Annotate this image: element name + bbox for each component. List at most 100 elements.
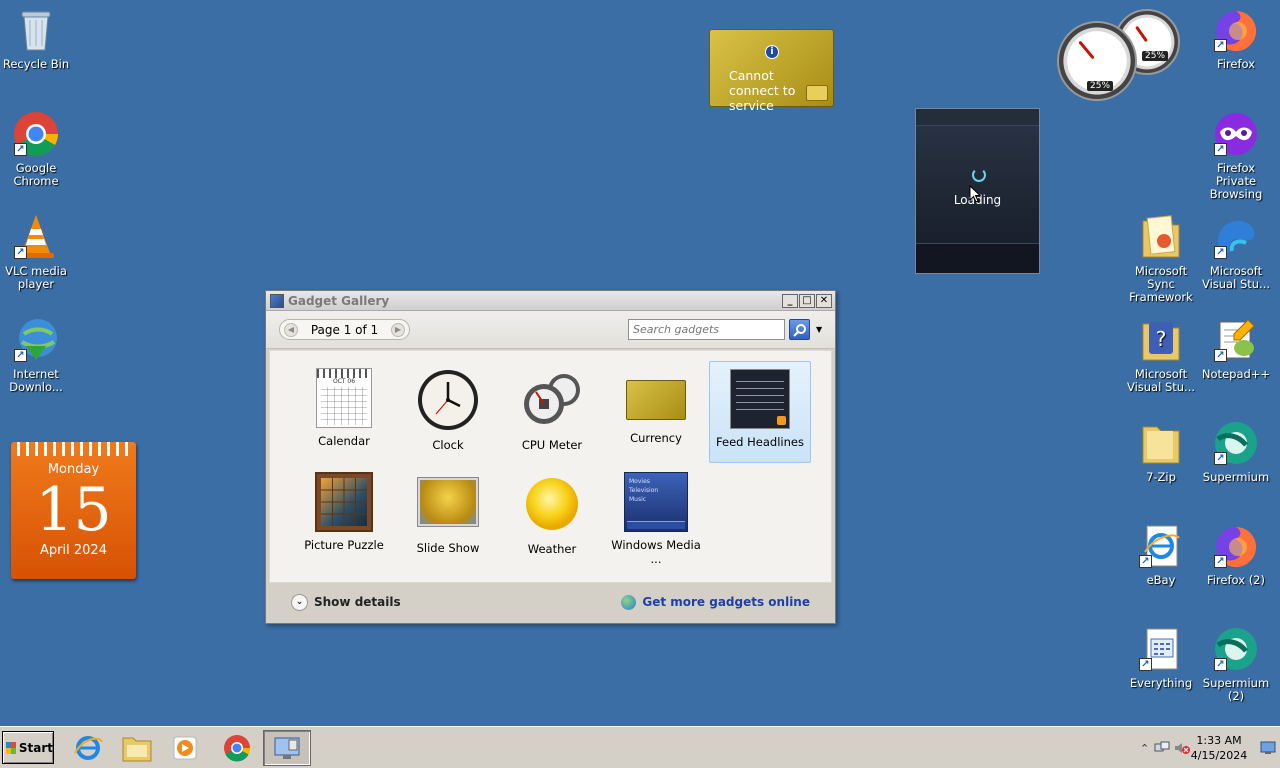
shortcut-arrow-icon: ↗ <box>14 349 27 362</box>
info-icon[interactable]: i <box>765 45 779 59</box>
taskbar-file-explorer[interactable] <box>116 730 158 766</box>
firefox-icon: ↗ <box>1212 522 1260 570</box>
windows-flag-icon <box>6 741 16 754</box>
desktop-icon-internet-download-manager[interactable]: ↗ Internet Downlo... <box>0 316 74 394</box>
cpu-meter-thumbnail-icon <box>520 368 584 432</box>
taskbar: Start ⌃ 1:33 AM 4/15/2024 <box>0 726 1280 768</box>
show-hidden-icons-chevron-icon[interactable]: ⌃ <box>1140 742 1149 755</box>
taskbar-gadget-gallery[interactable] <box>263 730 311 766</box>
desktop-icon-label: Notepad++ <box>1201 367 1271 381</box>
window-titlebar[interactable]: Gadget Gallery _ □ ✕ <box>266 291 835 311</box>
desktop-icon-label: Firefox <box>1216 57 1256 71</box>
start-button[interactable]: Start <box>2 731 54 764</box>
shortcut-arrow-icon: ↗ <box>1214 246 1227 259</box>
desktop-icon-ebay[interactable]: ↗ eBay <box>1123 522 1199 587</box>
chrome-icon <box>224 735 251 762</box>
gadget-label: Clock <box>432 438 464 452</box>
calendar-gadget[interactable]: Monday 15 April 2024 <box>11 442 136 579</box>
desktop-icon-google-chrome[interactable]: ↗ Google Chrome <box>0 110 74 188</box>
gadget-label: Calendar <box>318 434 370 448</box>
search-icon <box>792 324 806 337</box>
desktop-icon-firefox-2[interactable]: ↗ Firefox (2) <box>1198 522 1274 587</box>
shortcut-arrow-icon: ↗ <box>1139 658 1152 671</box>
close-button[interactable]: ✕ <box>816 293 832 308</box>
calendar-month-year: April 2024 <box>40 543 107 558</box>
clock-time: 1:33 AM <box>1196 734 1242 747</box>
get-more-gadgets-label: Get more gadgets online <box>642 595 810 609</box>
desktop-icon-everything[interactable]: ↗ Everything <box>1123 625 1199 690</box>
next-page-button[interactable]: ▶ <box>391 322 405 337</box>
mouse-cursor-icon <box>969 185 981 203</box>
loading-spinner-icon <box>972 168 986 182</box>
folder-help-icon: ? <box>1137 316 1185 364</box>
gadget-cpu-meter[interactable]: CPU Meter <box>501 361 603 463</box>
desktop-icon-microsoft-visual-studio-2[interactable]: ? Microsoft Visual Stu... <box>1123 316 1199 394</box>
firefox-icon: ↗ <box>1212 6 1260 54</box>
maximize-button[interactable]: □ <box>799 293 815 308</box>
download-manager-globe-icon: ↗ <box>12 316 60 364</box>
feed-gadget-top-bar <box>916 109 1039 126</box>
minimize-button[interactable]: _ <box>782 293 798 308</box>
cpu-meter-gadget[interactable]: 25% 25% <box>1056 7 1186 103</box>
gadget-slide-show[interactable]: Slide Show <box>397 465 499 567</box>
desktop-icon-microsoft-sync-framework[interactable]: Microsoft Sync Framework <box>1123 213 1199 304</box>
taskbar-google-chrome[interactable] <box>216 730 258 766</box>
start-label: Start <box>18 740 53 755</box>
taskbar-media-player[interactable] <box>164 730 206 766</box>
gadget-picture-puzzle[interactable]: Picture Puzzle <box>293 465 395 567</box>
memory-gauge-value: 25% <box>1142 51 1169 61</box>
taskbar-clock[interactable]: 1:33 AM 4/15/2024 <box>1188 733 1250 763</box>
shortcut-arrow-icon: ↗ <box>1214 658 1227 671</box>
gadget-windows-media-center[interactable]: Movies Television Music Windows Media ... <box>605 465 707 567</box>
calendar-day-number: 15 <box>35 475 112 545</box>
calendar-thumbnail-month: OCT 06 <box>332 378 356 385</box>
desktop-icon-microsoft-visual-studio-1[interactable]: ↗ Microsoft Visual Stu... <box>1198 213 1274 291</box>
currency-chip-icon <box>806 85 828 101</box>
desktop-icon-supermium[interactable]: ↗ Supermium <box>1198 419 1274 484</box>
gadget-label: Currency <box>630 431 682 445</box>
desktop-icon-firefox[interactable]: ↗ Firefox <box>1198 6 1274 71</box>
desktop-icon-label: Supermium <box>1202 470 1270 484</box>
search-dropdown-arrow-icon[interactable]: ▼ <box>816 325 822 334</box>
desktop-icon-label: 7-Zip <box>1146 470 1176 484</box>
folder-icon <box>1137 213 1185 261</box>
gadget-weather[interactable]: Weather <box>501 465 603 567</box>
feed-gadget-bottom-bar <box>916 243 1039 273</box>
desktop-icon-label: Microsoft Visual Stu... <box>1201 264 1271 291</box>
desktop-icon-label: VLC media player <box>5 264 67 291</box>
desktop-icon-label: Firefox Private Browsing <box>1209 161 1263 201</box>
weather-sun-thumbnail-icon <box>520 472 584 536</box>
desktop-icon-supermium-2[interactable]: ↗ Supermium (2) <box>1198 625 1274 703</box>
gadget-calendar[interactable]: OCT 06 Calendar <box>293 361 395 463</box>
shortcut-arrow-icon: ↗ <box>1139 555 1152 568</box>
supermium-icon: ↗ <box>1212 625 1260 673</box>
desktop-icon-label: Internet Downlo... <box>9 367 63 394</box>
gadget-gallery-window: Gadget Gallery _ □ ✕ ◀ Page 1 of 1 ▶ Sea… <box>265 290 836 624</box>
calendar-thumbnail-icon: OCT 06 <box>316 368 372 428</box>
desktop-icon-7zip[interactable]: 7-Zip <box>1123 419 1199 484</box>
page-navigator: ◀ Page 1 of 1 ▶ <box>279 319 410 340</box>
network-icon[interactable] <box>1154 741 1170 758</box>
desktop-icon-recycle-bin[interactable]: Recycle Bin <box>0 6 74 71</box>
get-more-gadgets-link[interactable]: Get more gadgets online <box>621 594 810 610</box>
gadget-clock[interactable]: Clock <box>397 361 499 463</box>
vlc-cone-icon: ↗ <box>12 213 60 261</box>
desktop-icon-notepad-plus-plus[interactable]: ↗ Notepad++ <box>1198 316 1274 381</box>
slide-show-thumbnail-icon <box>417 477 479 527</box>
show-details-toggle[interactable]: ⌄ Show details <box>291 593 401 611</box>
shortcut-arrow-icon: ↗ <box>1214 349 1227 362</box>
memory-gauge-needle <box>1135 25 1148 43</box>
gadget-currency[interactable]: Currency <box>605 361 707 463</box>
desktop-icon-label: Everything <box>1129 676 1193 690</box>
desktop-icon-firefox-private[interactable]: ↗ Firefox Private Browsing <box>1198 110 1274 201</box>
search-gadgets-input[interactable]: Search gadgets <box>628 319 785 340</box>
folder-icon <box>1137 419 1185 467</box>
desktop-icon-label: eBay <box>1146 573 1176 587</box>
currency-gadget[interactable]: i Cannot connect to service <box>709 29 834 113</box>
search-button[interactable] <box>789 319 810 340</box>
previous-page-button[interactable]: ◀ <box>284 322 298 337</box>
gadget-feed-headlines[interactable]: Feed Headlines <box>709 361 811 463</box>
taskbar-internet-explorer[interactable] <box>67 730 109 766</box>
show-desktop-icon[interactable] <box>1260 741 1276 758</box>
desktop-icon-vlc[interactable]: ↗ VLC media player <box>0 213 74 291</box>
